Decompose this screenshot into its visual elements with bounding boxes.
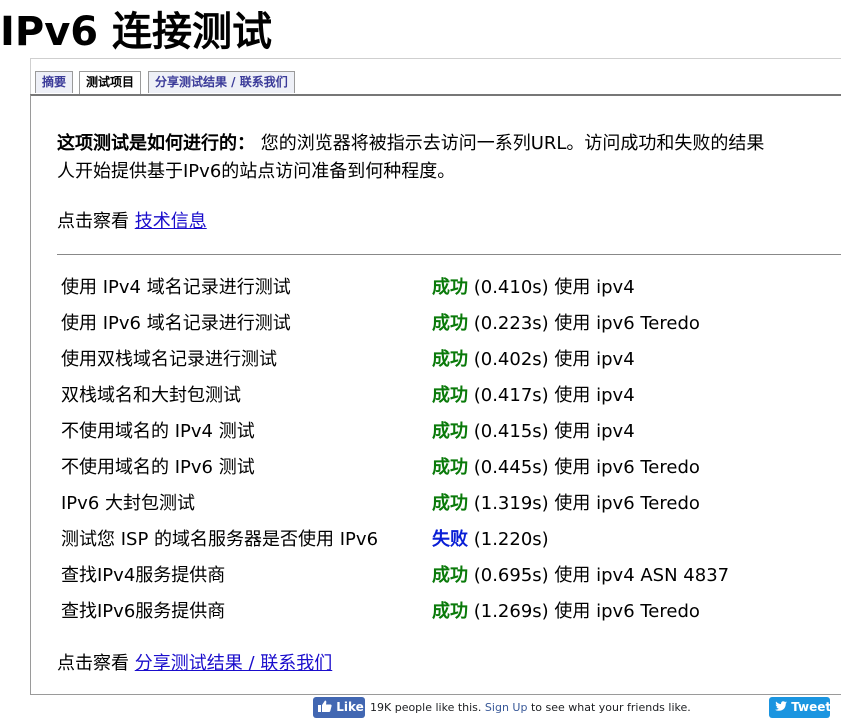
status-success: 成功 [432, 457, 468, 478]
status-success: 成功 [432, 493, 468, 514]
signup-link[interactable]: Sign Up [485, 701, 528, 714]
description-line2: 人开始提供基于IPv6的站点访问准备到何种程度。 [57, 161, 456, 182]
like-count: 19K people like this. [370, 701, 482, 714]
table-row: 使用 IPv4 域名记录进行测试 成功 (0.410s) 使用 ipv4 [61, 270, 729, 306]
test-name: 不使用域名的 IPv4 测试 [61, 421, 255, 442]
test-name: 查找IPv6服务提供商 [61, 601, 226, 622]
table-row: 查找IPv6服务提供商 成功 (1.269s) 使用 ipv6 Teredo [61, 594, 729, 630]
table-row: IPv6 大封包测试 成功 (1.319s) 使用 ipv6 Teredo [61, 486, 729, 522]
status-success: 成功 [432, 349, 468, 370]
status-success: 成功 [432, 277, 468, 298]
tweet-button[interactable]: Tweet [769, 697, 832, 718]
test-name: 查找IPv4服务提供商 [61, 565, 226, 586]
result-detail: (0.695s) 使用 ipv4 ASN 4837 [468, 565, 730, 586]
test-result: 成功 (1.269s) 使用 ipv6 Teredo [432, 594, 729, 630]
test-result: 成功 (0.402s) 使用 ipv4 [432, 342, 729, 378]
tab-bar: 摘要 测试项目 分享测试结果 / 联系我们 [30, 58, 841, 95]
table-row: 测试您 ISP 的域名服务器是否使用 IPv6 失败 (1.220s) [61, 522, 729, 558]
test-name: 不使用域名的 IPv6 测试 [61, 457, 255, 478]
status-failure: 失败 [432, 529, 468, 550]
tech-info-line: 点击察看 技术信息 [57, 208, 207, 236]
result-detail: (0.410s) 使用 ipv4 [468, 277, 635, 298]
tab-test-items[interactable]: 测试项目 [79, 71, 142, 95]
test-description: 这项测试是如何进行的： 您的浏览器将被指示去访问一系列URL。访问成功和失败的结… [57, 130, 841, 186]
test-result: 成功 (0.415s) 使用 ipv4 [432, 414, 729, 450]
status-success: 成功 [432, 385, 468, 406]
tweet-label: Tweet [791, 700, 832, 714]
share-prefix: 点击察看 [57, 653, 135, 674]
result-detail: (0.402s) 使用 ipv4 [468, 349, 635, 370]
test-name: 使用双栈域名记录进行测试 [61, 349, 277, 370]
thumbs-up-icon [318, 700, 332, 712]
description-line1: 您的浏览器将被指示去访问一系列URL。访问成功和失败的结果 [255, 133, 765, 154]
table-row: 使用 IPv6 域名记录进行测试 成功 (0.223s) 使用 ipv6 Tere… [61, 306, 729, 342]
page-title: IPv6 连接测试 [0, 9, 273, 55]
tab-share-contact[interactable]: 分享测试结果 / 联系我们 [148, 71, 295, 93]
share-contact-link[interactable]: 分享测试结果 / 联系我们 [135, 653, 333, 674]
status-success: 成功 [432, 421, 468, 442]
result-detail: (1.319s) 使用 ipv6 Teredo [468, 493, 700, 514]
result-detail: (1.269s) 使用 ipv6 Teredo [468, 601, 700, 622]
facebook-like-button[interactable]: Like [313, 697, 365, 718]
test-result: 成功 (0.417s) 使用 ipv4 [432, 378, 729, 414]
description-heading: 这项测试是如何进行的： [57, 133, 255, 154]
table-row: 不使用域名的 IPv6 测试 成功 (0.445s) 使用 ipv6 Teredo [61, 450, 729, 486]
like-count-text: 19K people like this. Sign Up to see wha… [370, 699, 691, 716]
share-line: 点击察看 分享测试结果 / 联系我们 [57, 650, 332, 678]
test-name: 使用 IPv6 域名记录进行测试 [61, 313, 291, 334]
table-row: 不使用域名的 IPv4 测试 成功 (0.415s) 使用 ipv4 [61, 414, 729, 450]
result-detail: (0.417s) 使用 ipv4 [468, 385, 635, 406]
like-label: Like [336, 700, 364, 714]
test-result: 失败 (1.220s) [432, 522, 729, 558]
table-row: 双栈域名和大封包测试 成功 (0.417s) 使用 ipv4 [61, 378, 729, 414]
status-success: 成功 [432, 565, 468, 586]
test-name: 使用 IPv4 域名记录进行测试 [61, 277, 291, 298]
status-success: 成功 [432, 601, 468, 622]
test-result: 成功 (0.445s) 使用 ipv6 Teredo [432, 450, 729, 486]
tech-info-link[interactable]: 技术信息 [135, 211, 207, 232]
result-detail: (0.223s) 使用 ipv6 Teredo [468, 313, 700, 334]
twitter-bird-icon [775, 701, 787, 711]
results-table: 使用 IPv4 域名记录进行测试 成功 (0.410s) 使用 ipv4 使用 IP… [61, 270, 729, 630]
table-row: 查找IPv4服务提供商 成功 (0.695s) 使用 ipv4 ASN 4837 [61, 558, 729, 594]
result-detail: (0.415s) 使用 ipv4 [468, 421, 635, 442]
tech-info-prefix: 点击察看 [57, 211, 135, 232]
test-name: 双栈域名和大封包测试 [61, 385, 241, 406]
divider [57, 254, 841, 255]
test-items-panel: 这项测试是如何进行的： 您的浏览器将被指示去访问一系列URL。访问成功和失败的结… [30, 94, 841, 695]
signup-suffix: to see what your friends like. [527, 701, 691, 714]
test-result: 成功 (0.223s) 使用 ipv6 Teredo [432, 306, 729, 342]
result-detail: (1.220s) [468, 529, 549, 550]
test-name: 测试您 ISP 的域名服务器是否使用 IPv6 [61, 529, 379, 550]
result-detail: (0.445s) 使用 ipv6 Teredo [468, 457, 700, 478]
test-result: 成功 (0.410s) 使用 ipv4 [432, 270, 729, 306]
test-name: IPv6 大封包测试 [61, 493, 195, 514]
page: IPv6 连接测试 摘要 测试项目 分享测试结果 / 联系我们 这项测试是如何进… [0, 0, 841, 724]
test-result: 成功 (1.319s) 使用 ipv6 Teredo [432, 486, 729, 522]
social-bar: Like 19K people like this. Sign Up to se… [0, 696, 841, 724]
test-result: 成功 (0.695s) 使用 ipv4 ASN 4837 [432, 558, 729, 594]
tab-summary[interactable]: 摘要 [35, 71, 74, 93]
status-success: 成功 [432, 313, 468, 334]
table-row: 使用双栈域名记录进行测试 成功 (0.402s) 使用 ipv4 [61, 342, 729, 378]
